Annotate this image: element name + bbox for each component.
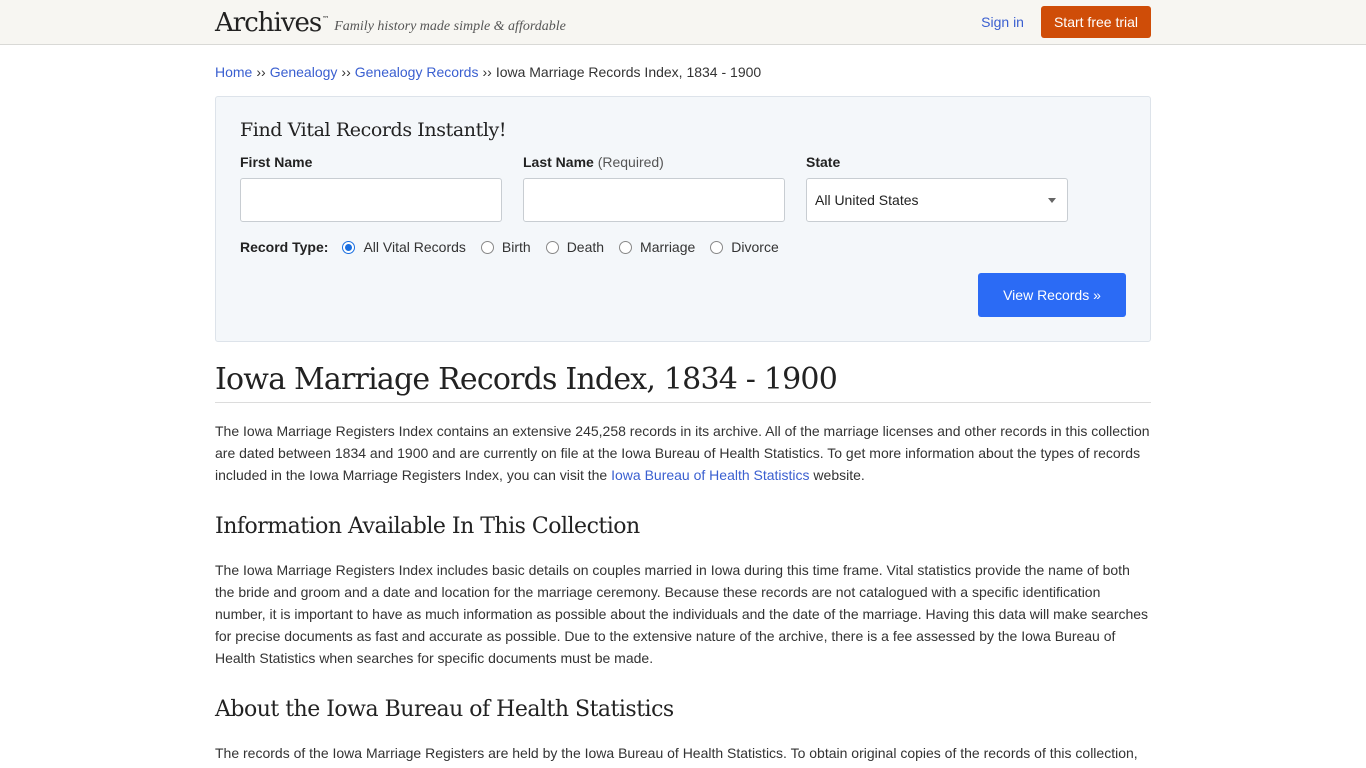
section-heading-about-bureau: About the Iowa Bureau of Health Statisti…: [215, 697, 674, 722]
section-heading-information: Information Available In This Collection: [215, 514, 640, 539]
trademark-symbol: ™: [322, 15, 330, 24]
header-actions: Sign in Start free trial: [981, 6, 1151, 38]
page-title: Iowa Marriage Records Index, 1834 - 1900: [215, 362, 1151, 403]
breadcrumb-separator: ››: [482, 64, 492, 80]
first-name-input[interactable]: [240, 178, 502, 222]
brand[interactable]: Archives™ Family history made simple & a…: [215, 7, 566, 38]
radio-label: Birth: [501, 239, 531, 255]
radio-all-vital-records[interactable]: All Vital Records: [342, 239, 466, 255]
iowa-bureau-link[interactable]: Iowa Bureau of Health Statistics: [611, 467, 809, 483]
radio-label: Death: [566, 239, 605, 255]
main-content: Home ›› Genealogy ›› Genealogy Records ›› Iowa…: [215, 64, 1151, 764]
view-records-button[interactable]: View Records »: [978, 273, 1126, 317]
sign-in-link[interactable]: Sign in: [981, 14, 1024, 30]
information-paragraph: The Iowa Marriage Registers Index includ…: [215, 562, 1149, 666]
first-name-field-group: First Name: [240, 154, 502, 222]
last-name-label-text: Last Name: [523, 154, 594, 170]
breadcrumb-separator: ››: [256, 64, 266, 80]
record-type-label: Record Type:: [240, 239, 329, 255]
state-select[interactable]: All United States: [806, 178, 1068, 222]
last-name-field-group: Last Name (Required): [523, 154, 785, 222]
start-free-trial-button[interactable]: Start free trial: [1040, 6, 1151, 38]
radio-button-checked[interactable]: [342, 240, 356, 254]
intro-paragraph: The Iowa Marriage Registers Index contai…: [215, 420, 1151, 486]
record-type-group: Record Type: All Vital Records Birth Dea…: [240, 239, 1126, 255]
breadcrumb-genealogy-records[interactable]: Genealogy Records: [355, 64, 479, 80]
logo-text: Archives: [215, 8, 322, 38]
state-label: State: [806, 154, 841, 170]
logo[interactable]: Archives™: [215, 8, 329, 38]
radio-label: All Vital Records: [363, 239, 466, 255]
state-field-group: State All United States: [806, 154, 1068, 222]
radio-button[interactable]: [710, 240, 724, 254]
radio-divorce[interactable]: Divorce: [710, 239, 779, 255]
breadcrumb-genealogy[interactable]: Genealogy: [270, 64, 338, 80]
radio-label: Divorce: [731, 239, 779, 255]
radio-death[interactable]: Death: [545, 239, 605, 255]
radio-button[interactable]: [480, 240, 494, 254]
about-bureau-paragraph: The records of the Iowa Marriage Registe…: [215, 745, 1138, 761]
breadcrumb: Home ›› Genealogy ›› Genealogy Records ›› Iowa…: [215, 64, 1151, 82]
intro-text-end: website.: [809, 467, 865, 483]
last-name-label: Last Name (Required): [523, 154, 785, 170]
breadcrumb-home[interactable]: Home: [215, 64, 252, 80]
vital-records-search-form: Find Vital Records Instantly! First Name…: [215, 96, 1151, 342]
radio-marriage[interactable]: Marriage: [619, 239, 695, 255]
search-fields: First Name Last Name (Required) State Al…: [240, 154, 1126, 222]
radio-button[interactable]: [619, 240, 633, 254]
radio-label: Marriage: [640, 239, 696, 255]
state-selected-value: All United States: [815, 192, 919, 208]
search-form-title: Find Vital Records Instantly!: [240, 119, 507, 141]
radio-birth[interactable]: Birth: [480, 239, 531, 255]
top-navigation-bar: Archives™ Family history made simple & a…: [0, 0, 1366, 45]
breadcrumb-separator: ››: [341, 64, 351, 80]
required-indicator: (Required): [597, 154, 664, 170]
tagline: Family history made simple & affordable: [334, 19, 566, 34]
first-name-label: First Name: [240, 154, 313, 170]
chevron-down-icon: [1048, 197, 1056, 203]
radio-button[interactable]: [545, 240, 559, 254]
breadcrumb-current: Iowa Marriage Records Index, 1834 - 1900: [495, 64, 762, 80]
last-name-input[interactable]: [523, 178, 785, 222]
